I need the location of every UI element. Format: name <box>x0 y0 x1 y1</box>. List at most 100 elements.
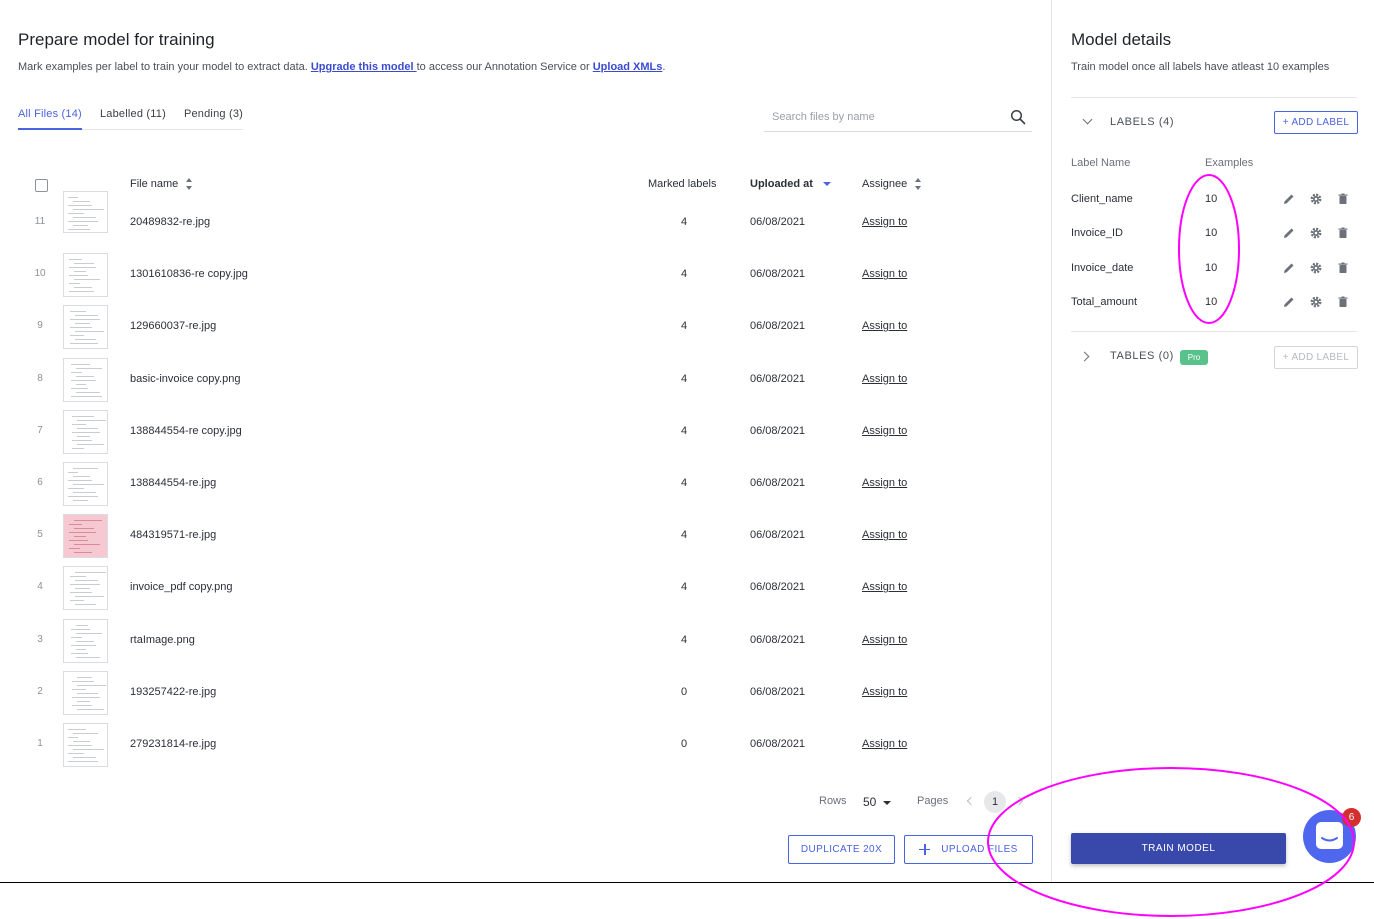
file-thumbnail[interactable] <box>63 191 108 233</box>
edit-icon[interactable] <box>1282 226 1296 240</box>
chevron-right-icon[interactable] <box>1079 351 1090 362</box>
assign-to-link[interactable]: Assign to <box>862 425 907 437</box>
table-row[interactable]: 6 138844554-re.jpg 4 06/08/2021 Assign to <box>0 457 1051 509</box>
table-row[interactable]: 4 invoice_pdf copy.png 4 06/08/2021 Assign t… <box>0 561 1051 613</box>
column-file-name[interactable]: File name <box>130 178 193 191</box>
chevron-right-icon[interactable] <box>1016 796 1024 806</box>
uploaded-date: 06/08/2021 <box>750 372 806 385</box>
assign-to-link[interactable]: Assign to <box>862 477 907 489</box>
label-name: Invoice_ID <box>1071 227 1123 240</box>
marked-labels-count: 0 <box>680 685 688 698</box>
table-row[interactable]: 10 1301610836-re copy.jpg 4 06/08/2021 Assig… <box>0 248 1051 300</box>
column-uploaded-at[interactable]: Uploaded at <box>750 178 831 190</box>
edit-icon[interactable] <box>1282 192 1296 206</box>
file-thumbnail[interactable] <box>63 722 108 767</box>
trash-icon[interactable] <box>1336 226 1350 240</box>
column-assignee-label: Assignee <box>862 178 908 190</box>
tables-section-title[interactable]: TABLES (0) <box>1110 350 1174 362</box>
row-number: 1 <box>37 737 43 749</box>
assign-to-link[interactable]: Assign to <box>862 529 907 541</box>
sort-icon[interactable] <box>186 178 193 191</box>
file-thumbnail[interactable] <box>63 253 108 298</box>
file-thumbnail[interactable] <box>63 670 108 715</box>
trash-icon[interactable] <box>1336 261 1350 275</box>
labels-section-title[interactable]: LABELS (4) <box>1110 116 1174 128</box>
duplicate-button[interactable]: DUPLICATE 20X <box>788 835 895 864</box>
file-thumbnail[interactable] <box>63 409 108 454</box>
upload-xmls-link[interactable]: Upload XMLs <box>593 61 663 73</box>
table-row[interactable]: 2 193257422-re.jpg 0 06/08/2021 Assign to <box>0 666 1051 718</box>
search-icon[interactable] <box>1010 109 1026 125</box>
assign-to-link[interactable]: Assign to <box>862 634 907 646</box>
gear-icon[interactable] <box>1309 226 1323 240</box>
table-row[interactable]: 11 20489832-re.jpg 4 06/08/2021 Assign to <box>0 191 1051 248</box>
file-thumbnail[interactable] <box>63 514 108 559</box>
page-button-current[interactable]: 1 <box>984 791 1006 813</box>
file-thumbnail[interactable] <box>63 305 108 350</box>
file-thumbnail[interactable] <box>63 461 108 506</box>
trash-icon[interactable] <box>1336 295 1350 309</box>
rows-per-page-select[interactable]: 50 <box>863 795 876 809</box>
table-row[interactable]: 8 basic-invoice copy.png 4 06/08/2021 Assign… <box>0 353 1051 405</box>
file-thumbnail[interactable] <box>63 618 108 663</box>
marked-labels-count: 0 <box>680 737 688 750</box>
sort-icon[interactable] <box>915 178 922 191</box>
file-name[interactable]: 138844554-re copy.jpg <box>130 425 242 437</box>
file-name[interactable]: basic-invoice copy.png <box>130 373 240 385</box>
assign-to-link[interactable]: Assign to <box>862 268 907 280</box>
assign-to-link[interactable]: Assign to <box>862 581 907 593</box>
edit-icon[interactable] <box>1282 295 1296 309</box>
assign-to-link[interactable]: Assign to <box>862 216 907 228</box>
upgrade-model-link[interactable]: Upgrade this model <box>311 61 417 73</box>
file-name[interactable]: 1301610836-re copy.jpg <box>130 268 248 280</box>
gear-icon[interactable] <box>1309 192 1323 206</box>
table-row[interactable]: 7 138844554-re copy.jpg 4 06/08/2021 Assign … <box>0 405 1051 457</box>
file-name[interactable]: 129660037-re.jpg <box>130 320 216 332</box>
assign-to-link[interactable]: Assign to <box>862 738 907 750</box>
add-label-button[interactable]: + ADD LABEL <box>1274 111 1358 134</box>
chevron-down-icon[interactable] <box>1082 114 1093 125</box>
chevron-left-icon[interactable] <box>966 796 974 806</box>
assign-to-link[interactable]: Assign to <box>862 686 907 698</box>
row-number: 4 <box>37 581 43 593</box>
marked-labels-count: 4 <box>680 268 688 281</box>
label-name: Client_name <box>1071 193 1133 205</box>
file-thumbnail[interactable] <box>63 357 108 402</box>
add-table-label-button[interactable]: + ADD LABEL <box>1274 346 1358 369</box>
label-name-header: Label Name <box>1071 157 1131 169</box>
tab-pending[interactable]: Pending (3) <box>184 100 243 130</box>
table-row[interactable]: 9 129660037-re.jpg 4 06/08/2021 Assign to <box>0 300 1051 352</box>
column-assignee[interactable]: Assignee <box>862 178 922 191</box>
gear-icon[interactable] <box>1309 295 1323 309</box>
search-input[interactable] <box>764 104 994 130</box>
pages-label: Pages <box>917 795 949 807</box>
tab-labelled[interactable]: Labelled (11) <box>100 100 166 130</box>
trash-icon[interactable] <box>1336 192 1350 206</box>
file-name[interactable]: rtaImage.png <box>130 634 195 646</box>
caret-down-icon[interactable] <box>883 801 891 805</box>
model-details-panel: Model details Train model once all label… <box>1051 0 1374 882</box>
uploaded-date: 06/08/2021 <box>750 320 806 333</box>
gear-icon[interactable] <box>1309 261 1323 275</box>
file-name[interactable]: 484319571-re.jpg <box>130 529 216 541</box>
train-model-button[interactable]: TRAIN MODEL <box>1071 833 1286 864</box>
column-uploaded-at-label: Uploaded at <box>750 178 813 190</box>
assign-to-link[interactable]: Assign to <box>862 373 907 385</box>
file-name[interactable]: invoice_pdf copy.png <box>130 581 233 593</box>
label-row: Total_amount 10 <box>1071 292 1361 312</box>
file-thumbnail[interactable] <box>63 566 108 611</box>
file-name[interactable]: 193257422-re.jpg <box>130 686 216 698</box>
assign-to-link[interactable]: Assign to <box>862 320 907 332</box>
label-example-count: 10 <box>1205 227 1218 240</box>
tab-all-files[interactable]: All Files (14) <box>18 100 82 130</box>
sort-desc-icon[interactable] <box>822 182 831 187</box>
table-row[interactable]: 1 279231814-re.jpg 0 06/08/2021 Assign to <box>0 718 1051 770</box>
upload-files-button[interactable]: UPLOAD FILES <box>904 835 1033 864</box>
file-name[interactable]: 279231814-re.jpg <box>130 738 216 750</box>
file-name[interactable]: 138844554-re.jpg <box>130 477 216 489</box>
table-row[interactable]: 5 484319571-re.jpg 4 06/08/2021 Assign to <box>0 509 1051 561</box>
uploaded-date: 06/08/2021 <box>750 476 806 489</box>
file-name[interactable]: 20489832-re.jpg <box>130 216 210 228</box>
table-row[interactable]: 3 rtaImage.png 4 06/08/2021 Assign to <box>0 614 1051 666</box>
edit-icon[interactable] <box>1282 261 1296 275</box>
